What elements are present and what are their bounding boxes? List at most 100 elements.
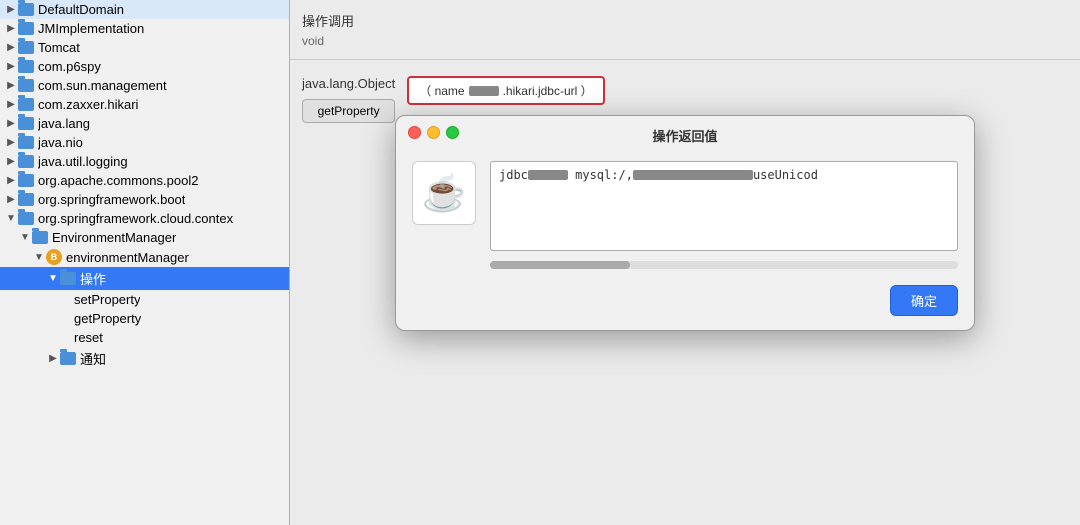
params-suffix: .hikari.jdbc-url ）: [503, 82, 593, 99]
scrollbar-hint[interactable]: [490, 261, 958, 269]
tree-item-orgApacheCommonsPool2[interactable]: ▶ org.apache.commons.pool2: [0, 171, 289, 190]
tree-item-orgSpringframeworkBoot[interactable]: ▶org.springframework.boot: [0, 190, 289, 209]
folder-icon-comSunManagement: [18, 79, 34, 92]
tree-label-tomcat: Tomcat: [38, 40, 80, 55]
return-type-label: void: [302, 34, 1068, 48]
tree-label-comZaxxerHikari: com.zaxxer.hikari: [38, 97, 138, 112]
modal-title: 操作返回值: [652, 126, 717, 145]
confirm-button[interactable]: 确定: [890, 285, 958, 316]
folder-icon-orgApacheCommonsPool2: [18, 174, 34, 187]
folder-icon-jmImplementation: [18, 22, 34, 35]
get-property-button[interactable]: getProperty: [302, 99, 395, 123]
folder-icon-defaultDomain: [18, 3, 34, 16]
result-prefix: jdbc: [499, 168, 528, 182]
tree-label-reset: reset: [74, 330, 103, 345]
method-controls: java.lang.Object getProperty: [302, 76, 395, 123]
modal-body: ☕ jdbc mysql:/, useUnicod: [396, 151, 974, 285]
tree-item-environmentManagerBean[interactable]: ▼BenvironmentManager: [0, 247, 289, 267]
tree-label-tongzhi: 通知: [80, 349, 106, 368]
params-box: （ name .hikari.jdbc-url ）: [407, 76, 604, 105]
tree-label-javaNio: java.nio: [38, 135, 83, 150]
tree-arrow-javaLang: ▶: [4, 118, 18, 129]
folder-icon-caozuo: [60, 272, 76, 285]
tree-label-caozuo: 操作: [80, 269, 106, 288]
folder-icon-tomcat: [18, 41, 34, 54]
tree-item-defaultDomain[interactable]: ▶ DefaultDomain: [0, 0, 289, 19]
tree-label-javaUtilLogging: java.util.logging: [38, 154, 128, 169]
folder-icon-comp6spy: [18, 60, 34, 73]
java-cup-icon: ☕: [422, 172, 467, 214]
tree-item-comZaxxerHikari[interactable]: ▶ com.zaxxer.hikari: [0, 95, 289, 114]
tree-item-javaNio[interactable]: ▶ java.nio: [0, 133, 289, 152]
folder-icon-javaUtilLogging: [18, 155, 34, 168]
tree-arrow-tomcat: ▶: [4, 42, 18, 53]
right-panel: 操作调用 void java.lang.Object getProperty （…: [290, 0, 1080, 525]
result-text-area: jdbc mysql:/, useUnicod: [490, 161, 958, 251]
left-tree-panel: ▶ DefaultDomain ▶ JMImplementation ▶ Tomcat ▶ c…: [0, 0, 290, 525]
tree-label-defaultDomain: DefaultDomain: [38, 2, 124, 17]
folder-icon-tongzhi: [60, 352, 76, 365]
traffic-lights: [408, 126, 459, 139]
tree-arrow-javaUtilLogging: ▶: [4, 156, 18, 167]
bean-icon-environmentManagerBean: B: [46, 249, 62, 265]
censored-result-1: [528, 170, 568, 180]
result-suffix: useUnicod: [753, 168, 818, 182]
tree-label-getProperty: getProperty: [74, 311, 141, 326]
modal-content-right: jdbc mysql:/, useUnicod: [490, 161, 958, 269]
tree-item-environmentManager[interactable]: ▼ EnvironmentManager: [0, 228, 289, 247]
operation-call-label: 操作调用: [302, 11, 1068, 30]
type-label: java.lang.Object: [302, 76, 395, 91]
tree-arrow-caozuo: ▼: [46, 273, 60, 284]
tree-label-orgSpringframeworkCloudContex: org.springframework.cloud.contex: [38, 211, 233, 226]
folder-icon-comZaxxerHikari: [18, 98, 34, 111]
tree-arrow-defaultDomain: ▶: [4, 4, 18, 15]
tree-label-comSunManagement: com.sun.management: [38, 78, 167, 93]
tree-arrow-orgApacheCommonsPool2: ▶: [4, 175, 18, 186]
modal-dialog[interactable]: 操作返回值 ☕ jdbc mysql:/, useUnicod 确定: [395, 115, 975, 331]
tree-item-tongzhi[interactable]: ▶ 通知: [0, 347, 289, 370]
minimize-button[interactable]: [427, 126, 440, 139]
tree-item-tomcat[interactable]: ▶ Tomcat: [0, 38, 289, 57]
tree-label-environmentManager: EnvironmentManager: [52, 230, 176, 245]
tree-arrow-environmentManagerBean: ▼: [32, 252, 46, 263]
tree-arrow-jmImplementation: ▶: [4, 23, 18, 34]
tree-item-caozuo[interactable]: ▼ 操作: [0, 267, 289, 290]
tree-item-reset[interactable]: reset: [0, 328, 289, 347]
result-mysql: mysql:/,: [568, 168, 633, 182]
maximize-button[interactable]: [446, 126, 459, 139]
folder-icon-javaNio: [18, 136, 34, 149]
tree-arrow-comp6spy: ▶: [4, 61, 18, 72]
params-prefix: （ name: [419, 82, 464, 99]
tree-arrow-environmentManager: ▼: [18, 232, 32, 243]
tree-label-setProperty: setProperty: [74, 292, 140, 307]
censored-param: [469, 86, 499, 96]
folder-icon-environmentManager: [32, 231, 48, 244]
tree-label-javaLang: java.lang: [38, 116, 90, 131]
tree-arrow-comZaxxerHikari: ▶: [4, 99, 18, 110]
tree-arrow-orgSpringframeworkCloudContex: ▼: [4, 213, 18, 224]
tree-label-orgApacheCommonsPool2: org.apache.commons.pool2: [38, 173, 198, 188]
tree-item-javaLang[interactable]: ▶ java.lang: [0, 114, 289, 133]
tree-arrow-comSunManagement: ▶: [4, 80, 18, 91]
tree-label-orgSpringframeworkBoot: org.springframework.boot: [38, 192, 185, 207]
tree-label-jmImplementation: JMImplementation: [38, 21, 144, 36]
close-button[interactable]: [408, 126, 421, 139]
folder-icon-orgSpringframeworkCloudContex: [18, 212, 34, 225]
tree-item-comp6spy[interactable]: ▶ com.p6spy: [0, 57, 289, 76]
tree-item-getProperty[interactable]: getProperty: [0, 309, 289, 328]
censored-result-2: [633, 170, 753, 180]
folder-icon-javaLang: [18, 117, 34, 130]
tree-item-orgSpringframeworkCloudContex[interactable]: ▼ org.springframework.cloud.contex: [0, 209, 289, 228]
java-icon: ☕: [412, 161, 476, 225]
tree-item-javaUtilLogging[interactable]: ▶ java.util.logging: [0, 152, 289, 171]
tree-item-jmImplementation[interactable]: ▶ JMImplementation: [0, 19, 289, 38]
folder-icon-orgSpringframeworkBoot: [18, 193, 34, 206]
tree-arrow-javaNio: ▶: [4, 137, 18, 148]
top-bar: 操作调用 void: [290, 0, 1080, 60]
scrollbar-thumb: [490, 261, 630, 269]
tree-item-setProperty[interactable]: setProperty: [0, 290, 289, 309]
tree-item-comSunManagement[interactable]: ▶ com.sun.management: [0, 76, 289, 95]
tree-arrow-tongzhi: ▶: [46, 353, 60, 364]
tree-label-comp6spy: com.p6spy: [38, 59, 101, 74]
modal-footer: 确定: [396, 285, 974, 330]
